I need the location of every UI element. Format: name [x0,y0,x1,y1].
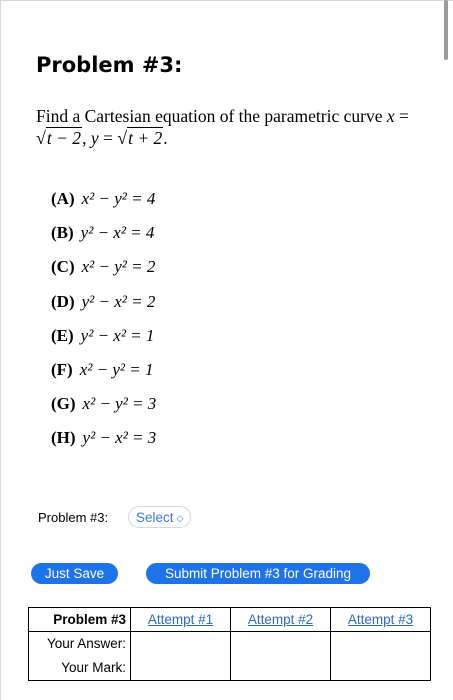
choice-label: (F) [51,359,73,379]
choice-c: (C) x² − y² = 2 [51,255,156,289]
choice-equation: y² − x² = 1 [80,325,155,345]
answer-label: Problem #3: [38,510,109,525]
choice-a: (A) x² − y² = 4 [51,187,156,221]
choice-equation: x² − y² = 4 [81,189,156,208]
choice-d: (D) y² − x² = 2 [51,290,156,324]
answer-select-value: Select [136,510,174,525]
equals-1: = [399,106,409,126]
your-answer-label: Your Answer: [46,636,126,651]
choice-g: (G) x² − y² = 3 [51,392,156,426]
choice-equation: x² − y² = 2 [81,257,156,277]
choice-label: (A) [51,189,75,208]
var-x: x [386,106,395,126]
separator: , [82,128,91,148]
choice-equation: x² − y² = 1 [79,359,154,379]
scrollbar[interactable] [444,0,448,60]
radicand-2: t + 2 [127,127,164,148]
attempts-table-header: Problem #3 [28,607,131,632]
choice-b: (B) y² − x² = 4 [51,221,156,255]
choice-f: (F) x² − y² = 1 [51,358,156,392]
choice-e: (E) y² − x² = 1 [51,324,156,358]
choice-equation: y² − x² = 3 [82,428,157,448]
just-save-button[interactable]: Just Save [31,563,118,584]
attempts-body-row: Your Answer: Your Mark: [28,631,431,681]
row-labels-cell: Your Answer: Your Mark: [28,631,131,681]
period: . [163,128,168,148]
attempt-2-cell [230,631,331,681]
question-text: Find a Cartesian equation of the paramet… [36,105,436,149]
page-border-left [0,0,1,700]
attempt-3-link[interactable]: Attempt #3 [330,607,431,632]
your-mark-label: Your Mark: [61,660,126,675]
answer-select[interactable]: Select ◇ [128,506,192,528]
choice-label: (G) [51,394,76,414]
choice-equation: y² − x² = 2 [81,291,156,311]
submit-button[interactable]: Submit Problem #3 for Grading [146,563,370,584]
page-border-top [0,0,453,1]
attempts-header-row: Problem #3 Attempt #1 Attempt #2 Attempt… [28,607,431,632]
choice-list: (A) x² − y² = 4 (B) y² − x² = 4 (C) x² − y²… [51,187,156,461]
up-down-chevron-icon: ◇ [176,513,184,523]
question-prefix: Find a Cartesian equation of the paramet… [36,106,387,126]
attempt-3-cell [330,631,431,681]
radicand-1: t − 2 [45,127,83,148]
sqrt-icon: √ [117,128,128,148]
choice-equation: x² − y² = 3 [82,394,157,414]
choice-label: (D) [51,291,75,311]
choice-label: (C) [51,257,75,277]
attempt-2-link[interactable]: Attempt #2 [230,607,331,632]
choice-label: (H) [51,428,76,448]
attempt-1-link[interactable]: Attempt #1 [130,607,231,632]
attempt-1-cell [130,631,231,681]
sqrt-expression-2: √t + 2 [117,127,164,149]
choice-h: (H) y² − x² = 3 [51,426,156,460]
choice-equation: y² − x² = 4 [80,223,155,243]
page-title: Problem #3: [36,53,183,77]
sqrt-icon: √ [36,128,46,148]
var-y: y [90,128,99,148]
attempts-table: Problem #3 Attempt #1 Attempt #2 Attempt… [28,607,431,681]
choice-label: (E) [51,325,74,345]
choice-label: (B) [51,223,74,243]
equals-2: = [98,128,118,148]
sqrt-expression-1: √t − 2 [36,127,83,149]
